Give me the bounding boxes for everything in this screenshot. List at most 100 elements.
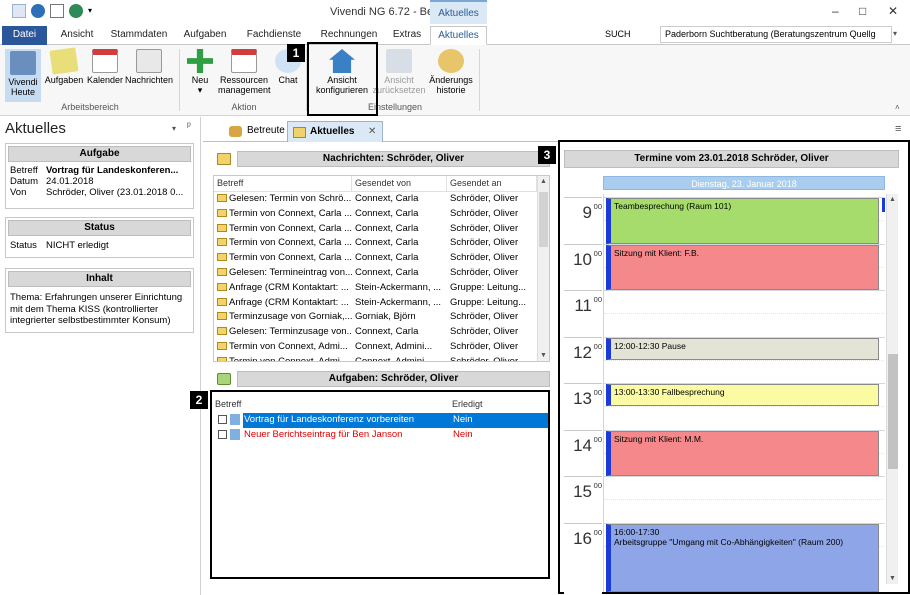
scroll-down-icon[interactable]: ▼ <box>540 352 547 359</box>
aenderungshistorie-button[interactable]: Änderungs historie <box>426 49 476 95</box>
tasks-panel-icon <box>217 373 231 385</box>
aufgabe-box: Aufgabe Betreff Vortrag für Landeskonfere… <box>5 143 194 209</box>
calendar-grid[interactable]: Teambesprechung (Raum 101) Sitzung mit Kl… <box>603 194 885 592</box>
message-row[interactable]: Termin von Connext, Carla ... Connext, Ca… <box>214 222 549 237</box>
hour-label: 14 00 <box>564 429 602 477</box>
scroll-up-icon[interactable]: ▲ <box>540 178 547 185</box>
message-subject: Anfrage (CRM Kontaktart: ... <box>214 296 352 311</box>
vivendi-heute-button[interactable]: Vivendi Heute <box>5 49 41 102</box>
task-checkbox[interactable] <box>218 430 227 439</box>
message-row[interactable]: Terminzusage von Gorniak,... Gorniak, Bjö… <box>214 310 549 325</box>
tab-aufgaben[interactable]: Aufgaben <box>176 26 234 45</box>
message-subject: Termin von Connext, Carla ... <box>214 251 352 266</box>
home-icon <box>10 51 36 75</box>
inhalt-text: Thema: Erfahrungen unserer Einrichtung m… <box>10 292 183 326</box>
tab-stammdaten[interactable]: Stammdaten <box>107 26 171 45</box>
task-checkbox[interactable] <box>218 415 227 424</box>
scroll-down-icon[interactable]: ▼ <box>889 575 896 582</box>
maximize-button[interactable]: □ <box>859 4 866 18</box>
globe-icon[interactable] <box>69 4 83 18</box>
kalender-button[interactable]: Kalender <box>86 49 124 85</box>
resource-calendar-icon <box>231 49 257 73</box>
message-recipient: Gruppe: Leitung... <box>450 296 527 308</box>
inhalt-header: Inhalt <box>8 271 191 287</box>
org-dropdown-icon[interactable]: ▾ <box>893 29 897 38</box>
preview-icon[interactable] <box>50 4 64 18</box>
message-row[interactable]: Termin von Connext, Carla ... Connext, Ca… <box>214 251 549 266</box>
hour-gridline <box>604 476 885 477</box>
neu-button[interactable]: Neu ▾ <box>184 49 216 95</box>
message-row[interactable]: Anfrage (CRM Kontaktart: ... Stein-Ackerm… <box>214 281 549 296</box>
message-row[interactable]: Anfrage (CRM Kontaktart: ... Stein-Ackerm… <box>214 296 549 311</box>
quick-access-dropdown-icon[interactable]: ▾ <box>88 6 96 20</box>
calendar-scroll-thumb[interactable] <box>888 354 898 469</box>
calendar-scrollbar[interactable]: ▲ ▼ <box>886 194 898 584</box>
reset-view-icon <box>386 49 412 73</box>
network-icon[interactable] <box>31 4 45 18</box>
message-sender: Connext, Carla <box>355 326 419 338</box>
pane-dropdown-icon[interactable]: ▾ <box>172 124 176 133</box>
message-sender: Connext, Carla <box>355 252 419 264</box>
aktuelles-tab-icon <box>293 127 306 138</box>
messages-scroll-thumb[interactable] <box>539 192 548 247</box>
calendar-day-header[interactable]: Dienstag, 23. Januar 2018 <box>603 176 885 190</box>
tab-fachdienste[interactable]: Fachdienste <box>239 26 309 45</box>
message-row[interactable]: Gelesen: Termin von Schrö... Connext, Car… <box>214 192 549 207</box>
hour-label: 16 00 <box>564 522 602 570</box>
organization-select[interactable]: Paderborn Suchtberatung (Beratungszentru… <box>660 26 892 43</box>
appointment[interactable]: 13:00-13:30 Fallbesprechung <box>606 384 879 407</box>
appointment[interactable]: 12:00-12:30 Pause <box>606 337 879 360</box>
envelope-icon <box>217 208 227 217</box>
message-sender: Connext, Admini... <box>355 340 433 352</box>
time-indicator <box>882 198 885 212</box>
envelope-icon <box>217 223 227 232</box>
group-label-aktion: Aktion <box>231 102 257 112</box>
message-row[interactable]: Termin von Connext, Carla ... Connext, Ca… <box>214 236 549 251</box>
callout-number-3: 3 <box>538 146 556 164</box>
appointment[interactable]: Teambesprechung (Raum 101) <box>606 198 879 244</box>
appointment[interactable]: Sitzung mit Klient: M.M. <box>606 430 879 476</box>
message-row[interactable]: Termin von Connext, Carla ... Connext, Ca… <box>214 207 549 222</box>
message-sender: Stein-Ackermann, ... <box>355 281 442 293</box>
minimize-button[interactable]: – <box>832 4 839 18</box>
ansicht-zuruecksetzen-button[interactable]: Ansicht zurücksetzen <box>372 49 426 95</box>
tab-aktuelles[interactable]: Aktuelles <box>430 26 487 45</box>
menu-icon[interactable]: ≡ <box>895 123 901 135</box>
ressourcenmanagement-button[interactable]: Ressourcen management <box>218 49 271 95</box>
message-row[interactable]: Termin von Connext, Admi... Connext, Admi… <box>214 340 549 355</box>
message-row[interactable]: Termin von Connext, Admi... Connext, Admi… <box>214 355 549 361</box>
message-recipient: Schröder, Oliver <box>450 222 519 234</box>
callout-frame-1 <box>307 42 378 116</box>
pin-icon[interactable]: ᵖ <box>187 121 191 132</box>
doc-tab-betreute[interactable]: Betreute <box>225 121 285 142</box>
tab-datei[interactable]: Datei <box>2 26 47 45</box>
tab-ansicht[interactable]: Ansicht <box>52 26 102 45</box>
task-icon <box>49 47 79 75</box>
tab-extras[interactable]: Extras <box>388 26 426 45</box>
tab-close-icon[interactable]: ✕ <box>368 122 376 142</box>
envelope-icon <box>217 341 227 350</box>
close-button[interactable]: ✕ <box>888 4 898 18</box>
message-row[interactable]: Gelesen: Terminzusage von... Connext, Car… <box>214 325 549 340</box>
messages-panel-icon <box>217 153 231 165</box>
appointment[interactable]: Sitzung mit Klient: F.B. <box>606 244 879 290</box>
messages-scrollbar[interactable]: ▲ ▼ <box>537 176 549 361</box>
nachrichten-button[interactable]: Nachrichten <box>124 49 174 85</box>
message-sender: Connext, Carla <box>355 222 419 234</box>
task-doc-icon <box>230 414 240 425</box>
envelope-icon <box>217 238 227 247</box>
aufgaben-button[interactable]: Aufgaben <box>43 47 85 85</box>
message-sender: Stein-Ackermann, ... <box>355 296 442 308</box>
messages-list[interactable]: Betreff Gesendet von Gesendet an Gelesen… <box>213 175 550 362</box>
message-recipient: Schröder, Oliver <box>450 193 519 204</box>
message-row[interactable]: Gelesen: Termineintrag von... Connext, Ca… <box>214 266 549 281</box>
appointment[interactable]: 16:00-17:30 Arbeitsgruppe "Umgang mit Co… <box>606 523 879 592</box>
task-row[interactable]: Neuer Berichtseintrag für Ben Janson Nei… <box>212 428 548 443</box>
envelope-icon <box>217 312 227 321</box>
ribbon-collapse-icon[interactable]: ˄ <box>895 103 900 112</box>
open-icon[interactable] <box>12 4 26 18</box>
task-row[interactable]: Vortrag für Landeskonferenz vorbereiten … <box>212 413 548 428</box>
tasks-list[interactable]: Betreff Erledigt Vortrag für Landeskonfe… <box>210 390 550 579</box>
scroll-up-icon[interactable]: ▲ <box>889 196 896 203</box>
doc-tab-aktuelles[interactable]: Aktuelles ✕ <box>287 121 383 142</box>
